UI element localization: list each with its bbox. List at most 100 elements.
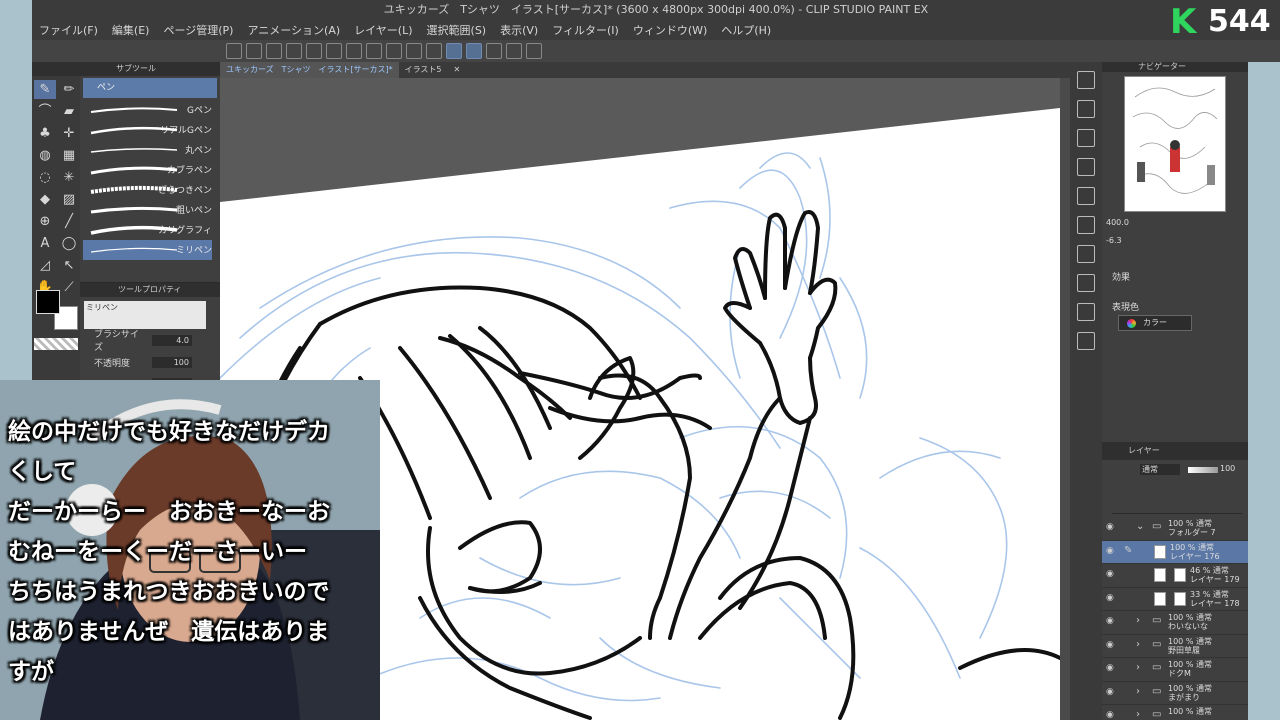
layer-row[interactable]: ◉ › ▭ 100 % 通常 xyxy=(1102,705,1248,720)
invert-selection-icon[interactable] xyxy=(406,43,422,59)
eye-icon[interactable]: ◉ xyxy=(1106,616,1114,626)
navigator-zoom[interactable]: 400.0 xyxy=(1106,218,1129,227)
quick-access-icon[interactable] xyxy=(1077,332,1095,350)
layer-blend-mode-select[interactable]: 通常 xyxy=(1140,464,1180,475)
chevron-right-icon[interactable]: › xyxy=(1136,639,1140,650)
new-file-icon[interactable] xyxy=(226,43,242,59)
brush-rough-textured-pen[interactable]: ざらつきペン xyxy=(83,180,212,200)
chevron-right-icon[interactable]: › xyxy=(1136,709,1140,720)
fill-tool-icon[interactable]: ◆ xyxy=(34,190,56,209)
chevron-down-icon[interactable]: ⌄ xyxy=(1136,521,1144,532)
balloon-tool-icon[interactable]: ◯ xyxy=(58,234,80,253)
item-bank-icon[interactable] xyxy=(1077,303,1095,321)
eye-icon[interactable]: ◉ xyxy=(1106,640,1114,650)
animation-cel-icon[interactable] xyxy=(1077,274,1095,292)
auto-action-icon[interactable] xyxy=(1077,216,1095,234)
layer-row[interactable]: ◉ 46 % 通常 レイヤー 179 xyxy=(1102,564,1248,588)
layer-opacity-value[interactable]: 100 xyxy=(1220,464,1235,473)
display-color-select[interactable]: カラー xyxy=(1118,315,1192,331)
menu-filter[interactable]: フィルター(I) xyxy=(545,22,626,38)
layer-property-icon[interactable] xyxy=(1077,158,1095,176)
layer-row[interactable]: ◉ › ▭ 100 % 通常 野田草履 xyxy=(1102,635,1248,658)
brush-calligraphy[interactable]: カリグラフィ xyxy=(83,220,212,240)
layer-row[interactable]: ◉ 33 % 通常 レイヤー 178 xyxy=(1102,588,1248,611)
menu-view[interactable]: 表示(V) xyxy=(493,22,545,38)
operation-tool-icon[interactable]: ▦ xyxy=(58,146,80,165)
close-tab-icon[interactable]: ✕ xyxy=(448,62,467,78)
sub-view-icon[interactable] xyxy=(1077,129,1095,147)
brush-round-pen[interactable]: 丸ペン xyxy=(83,140,212,160)
material-icon[interactable] xyxy=(1077,71,1095,89)
layer-row[interactable]: ◉ › ▭ 100 % 通常 ドクM xyxy=(1102,658,1248,682)
settings-icon[interactable] xyxy=(506,43,522,59)
brush-kabura-pen[interactable]: カブラペン xyxy=(83,160,212,180)
brush-real-g-pen[interactable]: リアルGペン xyxy=(83,120,212,140)
eye-icon[interactable]: ◉ xyxy=(1106,710,1114,720)
blend-tool-icon[interactable]: ◍ xyxy=(34,146,56,165)
menu-file[interactable]: ファイル(F) xyxy=(32,22,105,38)
transparent-color-swatch[interactable] xyxy=(34,338,78,350)
ruler-tool-icon[interactable]: ╱ xyxy=(58,212,80,231)
pen-tool-icon[interactable]: ✎ xyxy=(34,80,56,99)
lasso-tool-icon[interactable]: ◌ xyxy=(34,168,56,187)
layer-row[interactable]: ◉ ✎ 100 % 通常 レイヤー 176 xyxy=(1102,540,1248,564)
layer-row[interactable]: ◉ › ▭ 100 % 通常 まがまり xyxy=(1102,682,1248,705)
navigator-thumbnail[interactable] xyxy=(1124,76,1226,212)
eye-icon[interactable]: ◉ xyxy=(1106,687,1114,697)
tab-illust5[interactable]: イラスト5 xyxy=(399,62,448,78)
layer-opacity-slider[interactable] xyxy=(1188,467,1218,473)
clear-icon[interactable] xyxy=(326,43,342,59)
pencil-tool-icon[interactable]: ✏ xyxy=(58,80,80,99)
menu-selection[interactable]: 選択範囲(S) xyxy=(420,22,494,38)
help-icon[interactable] xyxy=(526,43,542,59)
brush-milli-pen[interactable]: ミリペン xyxy=(83,240,212,260)
zoom-tool-icon[interactable]: ⊕ xyxy=(34,212,56,231)
snap-special-ruler-icon[interactable] xyxy=(466,43,482,59)
menu-animation[interactable]: アニメーション(A) xyxy=(240,22,347,38)
layer-row[interactable]: ◉ › ▭ 100 % 通常 わいないな xyxy=(1102,611,1248,635)
eye-icon[interactable]: ◉ xyxy=(1106,546,1114,556)
open-file-icon[interactable] xyxy=(246,43,262,59)
transform-icon[interactable] xyxy=(366,43,382,59)
brush-size-field[interactable]: 4.0 xyxy=(152,334,192,346)
eye-icon[interactable]: ◉ xyxy=(1106,522,1114,532)
save-icon[interactable] xyxy=(266,43,282,59)
eye-icon[interactable]: ◉ xyxy=(1106,569,1114,579)
canvas-vertical-scrollbar[interactable] xyxy=(1060,78,1070,720)
brush-g-pen[interactable]: Gペン xyxy=(83,100,212,120)
menu-page[interactable]: ページ管理(P) xyxy=(156,22,240,38)
decoration-tool-icon[interactable]: ♣ xyxy=(34,124,56,143)
chevron-right-icon[interactable]: › xyxy=(1136,662,1140,673)
correct-line-tool-icon[interactable]: ↖ xyxy=(58,256,80,275)
tab-tshirt-illustration[interactable]: ユキッカーズ Tシャツ イラスト[サーカス]* xyxy=(220,62,399,78)
navigator-icon[interactable] xyxy=(1077,100,1095,118)
eye-icon[interactable]: ◉ xyxy=(1106,663,1114,673)
layer-row[interactable]: ◉ ⌄ ▭ 100 % 通常 フォルダー 7 xyxy=(1102,517,1248,541)
brush-rough-pen[interactable]: 粗いペン xyxy=(83,200,212,220)
brush-tool-icon[interactable]: ⌒ xyxy=(34,102,56,121)
opacity-field[interactable]: 100 xyxy=(152,356,192,368)
snap-ruler-icon[interactable] xyxy=(446,43,462,59)
menu-help[interactable]: ヘルプ(H) xyxy=(714,22,778,38)
subtool-category-pen[interactable]: ペン xyxy=(83,78,217,98)
undo-icon[interactable] xyxy=(286,43,302,59)
gradient-tool-icon[interactable]: ▨ xyxy=(58,190,80,209)
redo-icon[interactable] xyxy=(306,43,322,59)
chevron-right-icon[interactable]: › xyxy=(1136,615,1140,626)
show-selection-icon[interactable] xyxy=(426,43,442,59)
menu-layer[interactable]: レイヤー(L) xyxy=(347,22,419,38)
magic-wand-tool-icon[interactable]: ✳ xyxy=(58,168,80,187)
text-tool-icon[interactable]: A xyxy=(34,234,56,253)
frame-tool-icon[interactable]: ◿ xyxy=(34,256,56,275)
menu-window[interactable]: ウィンドウ(W) xyxy=(626,22,714,38)
move-tool-icon[interactable]: ✛ xyxy=(58,124,80,143)
menu-edit[interactable]: 編集(E) xyxy=(105,22,157,38)
foreground-color-swatch[interactable] xyxy=(36,290,60,314)
eye-icon[interactable]: ◉ xyxy=(1106,593,1114,603)
history-icon[interactable] xyxy=(1077,187,1095,205)
deselect-icon[interactable] xyxy=(386,43,402,59)
eraser-tool-icon[interactable]: ▰ xyxy=(58,102,80,121)
snap-grid-icon[interactable] xyxy=(486,43,502,59)
layer-search-icon[interactable] xyxy=(1077,245,1095,263)
navigator-rotation[interactable]: -6.3 xyxy=(1106,236,1122,245)
